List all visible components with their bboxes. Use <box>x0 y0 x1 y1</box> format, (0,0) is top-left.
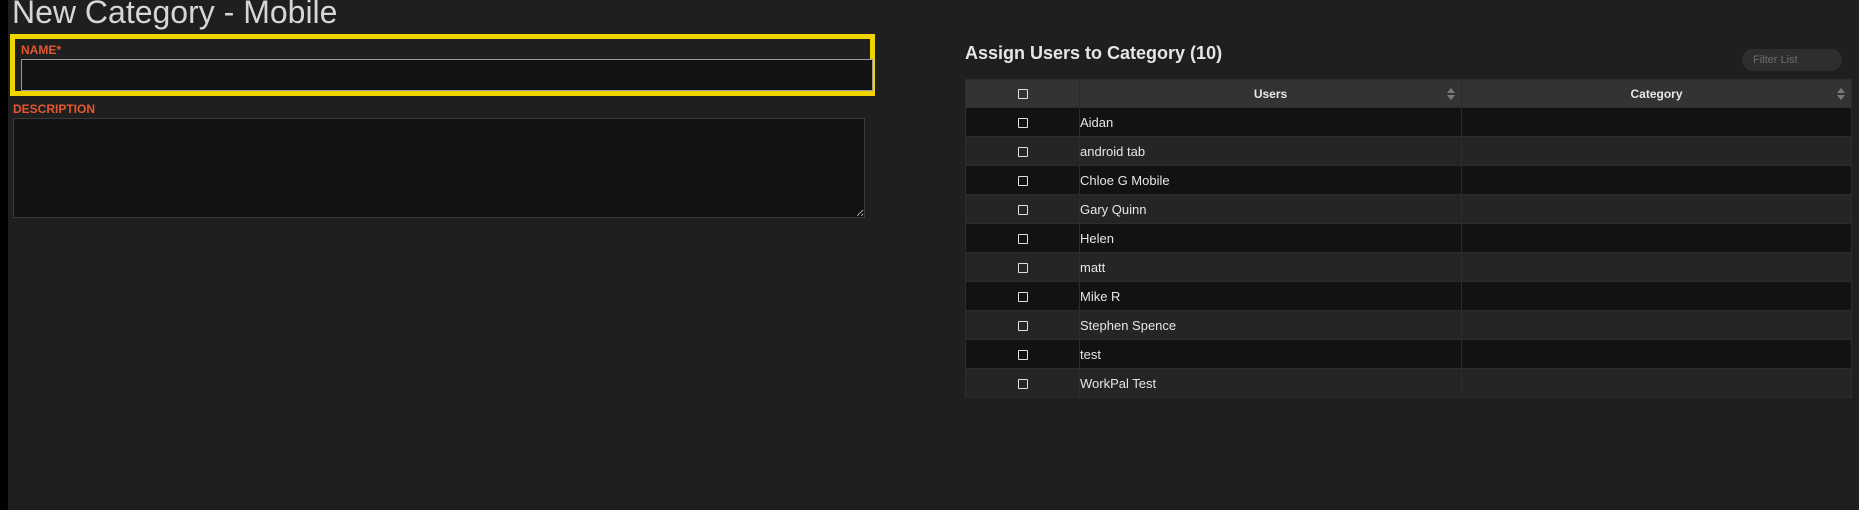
description-textarea[interactable] <box>13 118 865 218</box>
users-column-header[interactable]: Users <box>1079 79 1462 108</box>
category-cell <box>1461 281 1852 311</box>
table-row[interactable]: test <box>965 339 1852 369</box>
description-label: DESCRIPTION <box>13 102 96 116</box>
table-row[interactable]: Aidan <box>965 107 1852 137</box>
category-cell <box>1461 194 1852 224</box>
row-checkbox[interactable] <box>1017 147 1028 158</box>
row-checkbox[interactable] <box>1017 321 1028 332</box>
row-check-cell <box>965 252 1080 282</box>
select-all-checkbox[interactable] <box>1017 89 1028 100</box>
main-panel: New Category - Mobile NAME* DESCRIPTION … <box>8 0 1859 510</box>
name-input[interactable] <box>21 59 873 91</box>
user-name-cell: Mike R <box>1079 281 1462 311</box>
row-check-cell <box>965 310 1080 340</box>
page-title: New Category - Mobile <box>12 0 338 30</box>
table-row[interactable]: Helen <box>965 223 1852 253</box>
row-check-cell <box>965 281 1080 311</box>
table-row[interactable]: Stephen Spence <box>965 310 1852 340</box>
user-name-cell: Aidan <box>1079 107 1462 137</box>
row-check-cell <box>965 107 1080 137</box>
user-name-cell: test <box>1079 339 1462 369</box>
table-row[interactable]: Chloe G Mobile <box>965 165 1852 195</box>
table-row[interactable]: WorkPal Test <box>965 368 1852 398</box>
category-column-header[interactable]: Category <box>1461 79 1852 108</box>
user-name-cell: android tab <box>1079 136 1462 166</box>
row-check-cell <box>965 165 1080 195</box>
user-name-cell: WorkPal Test <box>1079 368 1462 398</box>
table-header-row: Users Category <box>965 79 1852 108</box>
row-checkbox[interactable] <box>1017 292 1028 303</box>
category-cell <box>1461 223 1852 253</box>
row-check-cell <box>965 339 1080 369</box>
user-name-cell: Stephen Spence <box>1079 310 1462 340</box>
category-cell <box>1461 339 1852 369</box>
category-cell <box>1461 310 1852 340</box>
table-row[interactable]: matt <box>965 252 1852 282</box>
row-checkbox[interactable] <box>1017 350 1028 361</box>
select-all-header <box>965 79 1080 108</box>
row-check-cell <box>965 194 1080 224</box>
name-field-group: NAME* <box>10 34 875 96</box>
row-check-cell <box>965 368 1080 398</box>
table-row[interactable]: Mike R <box>965 281 1852 311</box>
row-checkbox[interactable] <box>1017 118 1028 129</box>
user-name-cell: matt <box>1079 252 1462 282</box>
name-label: NAME* <box>21 43 62 57</box>
users-table: Users Category Aidan android tab Chloe G… <box>965 79 1852 398</box>
user-name-cell: Helen <box>1079 223 1462 253</box>
row-checkbox[interactable] <box>1017 205 1028 216</box>
row-checkbox[interactable] <box>1017 379 1028 390</box>
row-check-cell <box>965 136 1080 166</box>
user-name-cell: Chloe G Mobile <box>1079 165 1462 195</box>
category-column-label: Category <box>1630 86 1683 101</box>
assign-users-title: Assign Users to Category (10) <box>965 43 1223 63</box>
users-column-label: Users <box>1253 86 1288 101</box>
category-cell <box>1461 252 1852 282</box>
sort-users-icon[interactable] <box>1447 87 1455 101</box>
category-cell <box>1461 165 1852 195</box>
row-checkbox[interactable] <box>1017 234 1028 245</box>
table-row[interactable]: android tab <box>965 136 1852 166</box>
row-checkbox[interactable] <box>1017 263 1028 274</box>
filter-list-input[interactable] <box>1742 49 1842 71</box>
row-checkbox[interactable] <box>1017 176 1028 187</box>
sort-category-icon[interactable] <box>1837 87 1845 101</box>
category-cell <box>1461 368 1852 398</box>
category-cell <box>1461 107 1852 137</box>
category-cell <box>1461 136 1852 166</box>
table-row[interactable]: Gary Quinn <box>965 194 1852 224</box>
row-check-cell <box>965 223 1080 253</box>
user-name-cell: Gary Quinn <box>1079 194 1462 224</box>
